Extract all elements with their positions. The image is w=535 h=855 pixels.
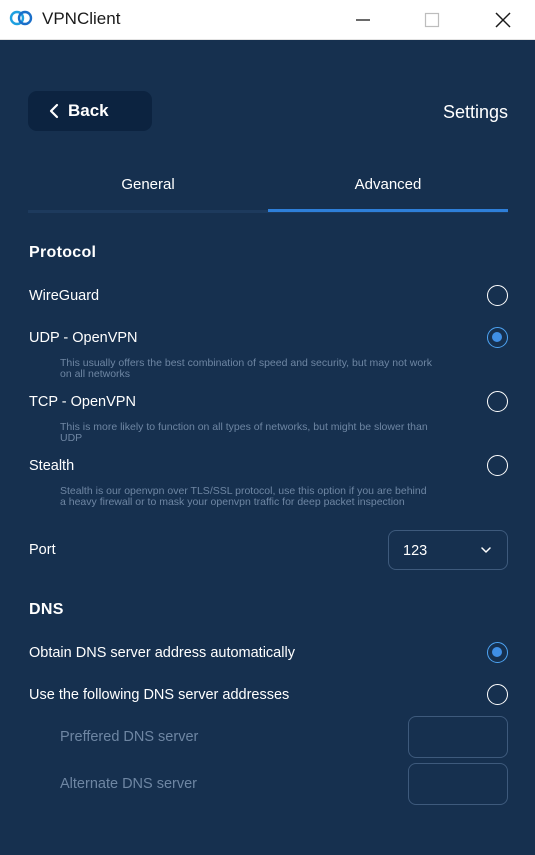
dns-manual-radio[interactable]	[487, 684, 508, 705]
alternate-dns-label: Alternate DNS server	[60, 776, 197, 792]
tab-general[interactable]: General	[28, 167, 268, 213]
protocol-option-label: Stealth	[29, 458, 75, 474]
dns-option-label: Obtain DNS server address automatically	[29, 645, 295, 661]
protocol-section-title: Protocol	[29, 244, 97, 261]
stealth-radio[interactable]	[487, 455, 508, 476]
title-bar: VPNClient	[0, 0, 535, 40]
preferred-dns-input[interactable]	[408, 716, 508, 758]
port-label: Port	[29, 542, 56, 558]
minimize-icon	[356, 19, 370, 21]
protocol-option-description: This usually offers the best combination…	[60, 357, 432, 380]
preferred-dns-label: Preffered DNS server	[60, 729, 199, 745]
settings-panel: Back Settings General Advanced Protocol …	[0, 41, 535, 855]
back-button-label: Back	[68, 101, 109, 120]
chevron-left-icon	[49, 103, 59, 119]
dns-auto-radio[interactable]	[487, 642, 508, 663]
page-title: Settings	[442, 102, 508, 122]
protocol-option-description: This is more likely to function on all t…	[60, 421, 428, 444]
protocol-option-description: Stealth is our openvpn over TLS/SSL prot…	[60, 485, 427, 508]
tab-bar: General Advanced	[28, 167, 508, 213]
back-button[interactable]: Back	[28, 91, 152, 131]
dns-section-title: DNS	[29, 601, 64, 618]
udp-openvpn-radio[interactable]	[487, 327, 508, 348]
alternate-dns-input[interactable]	[408, 763, 508, 805]
port-value: 123	[403, 543, 428, 559]
app-title: VPNClient	[42, 9, 121, 28]
close-button[interactable]	[480, 0, 526, 40]
maximize-button[interactable]	[409, 0, 455, 40]
port-select[interactable]: 123	[388, 530, 508, 570]
minimize-button[interactable]	[340, 0, 386, 40]
chevron-down-icon	[481, 547, 491, 553]
protocol-option-label: UDP - OpenVPN	[29, 330, 138, 346]
tcp-openvpn-radio[interactable]	[487, 391, 508, 412]
dns-option-label: Use the following DNS server addresses	[29, 687, 290, 703]
wireguard-radio[interactable]	[487, 285, 508, 306]
close-icon	[495, 12, 511, 28]
tab-active-indicator	[268, 209, 508, 212]
tab-advanced[interactable]: Advanced	[268, 167, 508, 213]
protocol-option-label: WireGuard	[29, 288, 100, 304]
maximize-icon	[424, 12, 440, 28]
vpn-rings-logo-icon	[9, 10, 33, 26]
protocol-option-label: TCP - OpenVPN	[29, 394, 136, 410]
